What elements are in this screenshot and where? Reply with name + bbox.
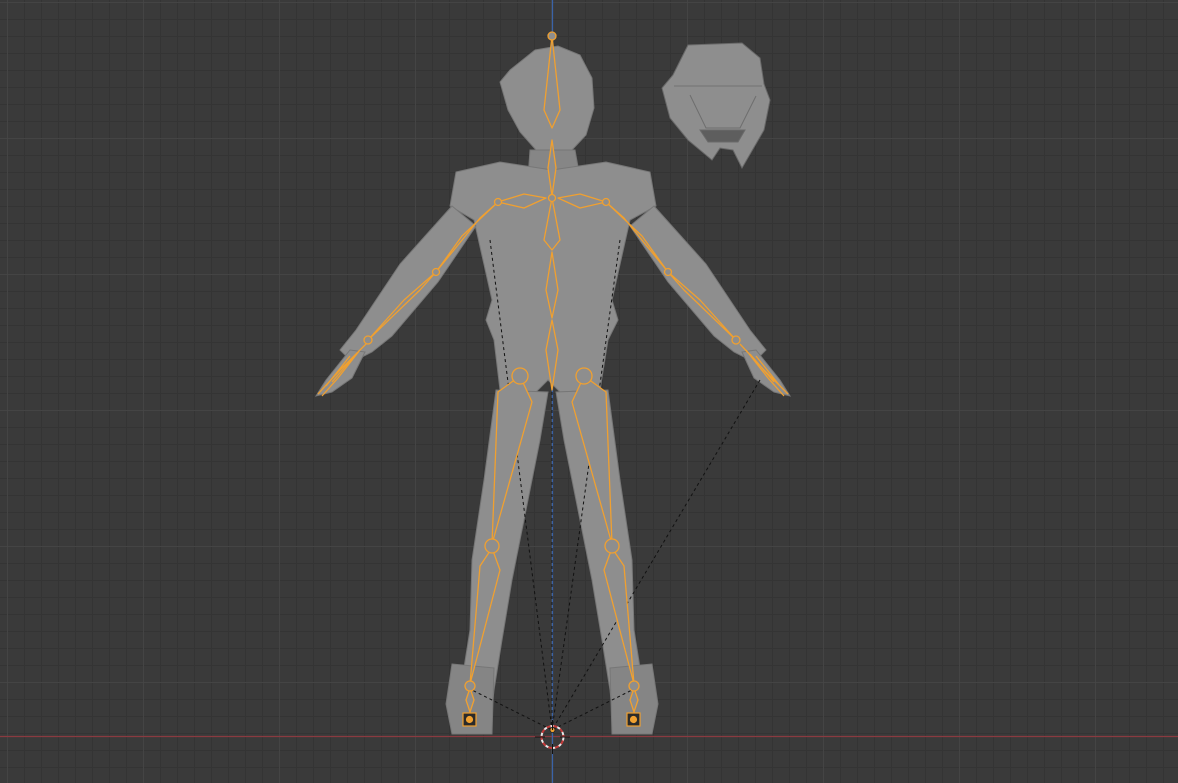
right-arm-mesh: [629, 205, 767, 363]
left-arm-mesh: [339, 205, 477, 363]
viewport-scene[interactable]: [0, 0, 1178, 783]
helmet-mesh[interactable]: [661, 42, 771, 170]
3d-viewport[interactable]: [0, 0, 1178, 783]
